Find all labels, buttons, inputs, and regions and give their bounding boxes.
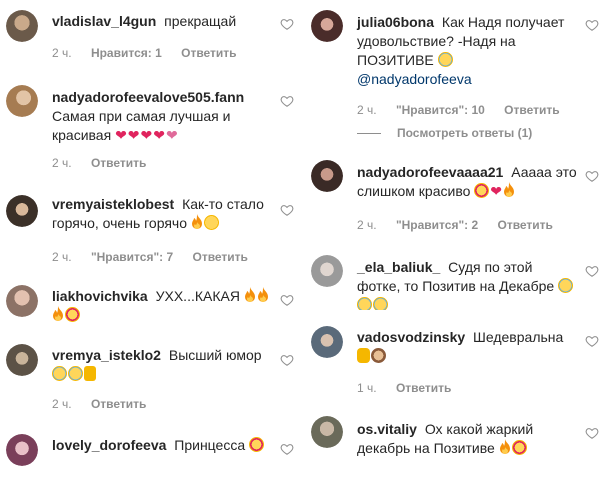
comment: julia06bona Как Надя получает удовольств… [305, 0, 605, 150]
comment-likes[interactable]: "Нравится": 7 [91, 250, 173, 264]
view-replies-label: Посмотреть ответы (1) [397, 126, 533, 140]
avatar[interactable] [6, 85, 38, 117]
smiling-face-emoji [203, 215, 219, 230]
comment-username[interactable]: nadyadorofeevaaaa21 [357, 164, 503, 180]
comment: nadyadorofeevalove505.fann Самая при сам… [0, 80, 300, 175]
comment: os.vitaliy Ох какой жаркий декабрь на По… [305, 410, 605, 480]
comment-username[interactable]: vladislav_l4gun [52, 13, 156, 29]
comment-text: прекращай [164, 13, 237, 29]
star-struck-emoji [511, 440, 527, 455]
star-struck-emoji [65, 307, 80, 322]
heart-outline-icon[interactable] [585, 426, 599, 440]
thumbs-up-emoji [84, 366, 96, 381]
comment-likes[interactable]: "Нравится": 2 [396, 218, 478, 232]
comment: vremyaisteklobest Как-то стало горячо, о… [0, 190, 300, 270]
avatar[interactable] [311, 255, 343, 287]
replies-divider [357, 133, 381, 135]
comment: vremya_isteklo2 Высший юмор 2 ч. Ответит… [0, 340, 300, 420]
comment-likes[interactable]: Нравится: 1 [91, 46, 162, 60]
comment-username[interactable]: lovely_dorofeeva [52, 437, 166, 453]
comment-time[interactable]: 2 ч. [52, 250, 72, 264]
comment: nadyadorofeevaaaa21 Ааааа это слишком кр… [305, 155, 605, 240]
laughing-emoji [52, 366, 67, 381]
fire-emoji [257, 287, 268, 302]
fire-emoji [499, 439, 510, 454]
avatar[interactable] [311, 10, 343, 42]
comment: lovely_dorofeeva Принцесса [0, 430, 300, 480]
avatar[interactable] [6, 434, 38, 466]
comment-username[interactable]: vadosvodzinsky [357, 329, 465, 345]
view-replies-button[interactable]: Посмотреть ответы (1) [357, 126, 532, 140]
heart-outline-icon[interactable] [280, 353, 294, 367]
avatar[interactable] [6, 344, 38, 376]
comment-text: УХХ...КАКАЯ [155, 288, 240, 304]
comment: _ela_baliuk_ Судя по этой фотке, то Пози… [305, 250, 605, 310]
fire-emoji [191, 214, 202, 229]
comment-username[interactable]: os.vitaliy [357, 421, 417, 437]
comment: liakhovichvika УХХ...КАКАЯ [0, 280, 300, 330]
fire-emoji [504, 182, 515, 197]
mention-link[interactable]: @nadyadorofeeva [357, 71, 472, 87]
red-heart-emoji: ❤❤❤❤❤ [115, 127, 178, 143]
comment-time[interactable]: 2 ч. [52, 46, 72, 60]
comment-time[interactable]: 2 ч. [52, 156, 72, 170]
avatar[interactable] [311, 160, 343, 192]
reply-button[interactable]: Ответить [497, 218, 552, 232]
star-struck-emoji [249, 437, 265, 452]
comment-time[interactable]: 2 ч. [52, 397, 72, 411]
reply-button[interactable]: Ответить [181, 46, 236, 60]
comment-username[interactable]: liakhovichvika [52, 288, 148, 304]
clapping-hands-emoji [357, 348, 370, 363]
heart-outline-icon[interactable] [585, 169, 599, 183]
comment-username[interactable]: _ela_baliuk_ [357, 259, 440, 275]
heart-outline-icon[interactable] [280, 293, 294, 307]
heart-outline-icon[interactable] [585, 264, 599, 278]
comment-username[interactable]: nadyadorofeevalove505.fann [52, 89, 244, 105]
right-comment-column: julia06bona Как Надя получает удовольств… [305, 0, 610, 480]
comment-text: Принцесса [174, 437, 246, 453]
heart-outline-icon[interactable] [280, 94, 294, 108]
avatar[interactable] [6, 285, 38, 317]
reply-button[interactable]: Ответить [504, 103, 559, 117]
heart-outline-icon[interactable] [280, 203, 294, 217]
heart-outline-icon[interactable] [280, 442, 294, 456]
reply-button[interactable]: Ответить [91, 397, 146, 411]
comment-username[interactable]: julia06bona [357, 14, 434, 30]
heart-outline-icon[interactable] [585, 18, 599, 32]
comment-time[interactable]: 2 ч. [357, 218, 377, 232]
red-heart-emoji: ❤ [490, 183, 503, 199]
laughing-emoji [357, 297, 372, 310]
see-no-evil-monkey-emoji [371, 348, 386, 363]
laughing-emoji [68, 366, 83, 381]
avatar[interactable] [311, 416, 343, 448]
star-struck-emoji [474, 183, 490, 198]
left-comment-column: vladislav_l4gun прекращай 2 ч. Нравится:… [0, 0, 305, 480]
comment: vladislav_l4gun прекращай 2 ч. Нравится:… [0, 0, 300, 70]
fire-emoji [244, 287, 255, 302]
comment-text: Шедевральна [473, 329, 564, 345]
comment-time[interactable]: 2 ч. [357, 103, 377, 117]
laughing-emoji [558, 278, 574, 293]
reply-button[interactable]: Ответить [396, 381, 451, 395]
laughing-emoji [437, 52, 453, 67]
avatar[interactable] [6, 195, 38, 227]
comment-text: Высший юмор [168, 347, 262, 363]
comment-likes[interactable]: "Нравится": 10 [396, 103, 485, 117]
reply-button[interactable]: Ответить [192, 250, 247, 264]
fire-emoji [53, 306, 63, 321]
comment-username[interactable]: vremyaisteklobest [52, 196, 174, 212]
comment-time[interactable]: 1 ч. [357, 381, 377, 395]
avatar[interactable] [6, 10, 38, 42]
heart-outline-icon[interactable] [280, 17, 294, 31]
reply-button[interactable]: Ответить [91, 156, 146, 170]
avatar[interactable] [311, 326, 343, 358]
heart-outline-icon[interactable] [585, 334, 599, 348]
comment-username[interactable]: vremya_isteklo2 [52, 347, 161, 363]
comment: vadosvodzinsky Шедевральна 1 ч. Ответить [305, 320, 605, 400]
laughing-emoji [373, 297, 388, 310]
